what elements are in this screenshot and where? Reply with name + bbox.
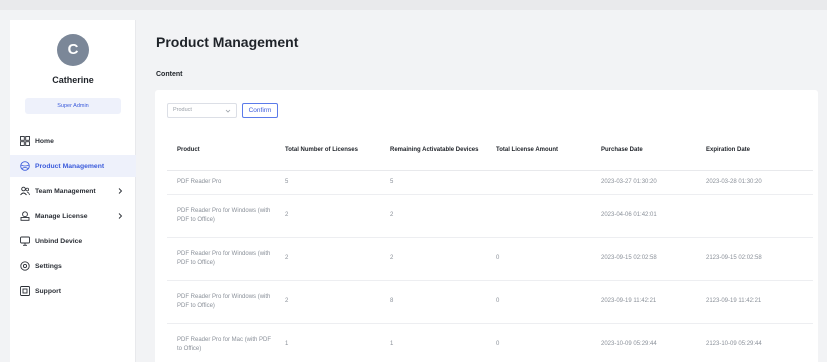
chevron-down-icon bbox=[225, 109, 231, 113]
cell-purchase-date: 2023-09-15 02:02:58 bbox=[591, 237, 696, 281]
cell-purchase-date: 2023-04-06 01:42:01 bbox=[591, 194, 696, 238]
column-header-remaining-devices[interactable]: Remaining Activatable Devices bbox=[380, 130, 486, 171]
cell-total-licenses: 2 bbox=[275, 280, 380, 324]
cell-total-licenses: 2 bbox=[275, 194, 380, 238]
team-icon bbox=[20, 186, 30, 196]
column-header-expiration-date[interactable]: Expiration Date bbox=[696, 130, 813, 171]
sidebar-item-unbind-device[interactable]: Unbind Device bbox=[10, 230, 136, 252]
cell-expiration-date: 2023-03-28 01:30:20 bbox=[696, 170, 813, 195]
key-icon bbox=[20, 211, 30, 221]
cell-purchase-date: 2023-09-19 11:42:21 bbox=[591, 280, 696, 324]
product-select-placeholder: Product bbox=[173, 107, 192, 113]
cell-product: PDF Reader Pro for Windows (with PDF to … bbox=[167, 280, 275, 324]
app-window: C Catherine Super Admin Home Product Man… bbox=[0, 0, 827, 362]
cell-total-licenses: 1 bbox=[275, 323, 380, 362]
sidebar-item-label: Manage License bbox=[35, 212, 88, 220]
gear-icon bbox=[20, 261, 30, 271]
sidebar-item-manage-license[interactable]: Manage License bbox=[10, 205, 136, 227]
avatar[interactable]: C bbox=[57, 34, 89, 66]
sidebar-item-support[interactable]: Support bbox=[10, 280, 136, 302]
cell-purchase-date: 2023-03-27 01:30:20 bbox=[591, 170, 696, 195]
cell-total-license-amount: 0 bbox=[486, 323, 591, 362]
cell-total-license-amount: 0 bbox=[486, 237, 591, 281]
sidebar-item-settings[interactable]: Settings bbox=[10, 255, 136, 277]
role-badge: Super Admin bbox=[25, 98, 121, 114]
column-header-total-licenses[interactable]: Total Number of Licenses bbox=[275, 130, 380, 171]
sidebar-item-label: Unbind Device bbox=[35, 237, 83, 245]
table-row[interactable]: PDF Reader Pro for Windows (with PDF to … bbox=[167, 280, 813, 324]
column-header-purchase-date[interactable]: Purchase Date bbox=[591, 130, 696, 171]
globe-icon bbox=[20, 161, 30, 171]
sidebar-nav: Home Product Management Team Management bbox=[10, 130, 136, 305]
main-content: Product Management Content Product Confi… bbox=[136, 20, 827, 362]
sidebar-item-home[interactable]: Home bbox=[10, 130, 136, 152]
page-title: Product Management bbox=[156, 34, 299, 50]
cell-remaining-devices: 5 bbox=[380, 170, 486, 195]
cell-product: PDF Reader Pro for Windows (with PDF to … bbox=[167, 194, 275, 238]
cell-expiration-date: 2123-09-15 02:02:58 bbox=[696, 237, 813, 281]
cell-remaining-devices: 2 bbox=[380, 194, 486, 238]
monitor-icon bbox=[20, 236, 30, 246]
sidebar: C Catherine Super Admin Home Product Man… bbox=[10, 20, 136, 362]
cell-total-licenses: 5 bbox=[275, 170, 380, 195]
cell-purchase-date: 2023-10-09 05:29:44 bbox=[591, 323, 696, 362]
cell-remaining-devices: 8 bbox=[380, 280, 486, 324]
support-icon bbox=[20, 286, 30, 296]
product-select[interactable]: Product bbox=[167, 103, 237, 118]
sidebar-item-team-management[interactable]: Team Management bbox=[10, 180, 136, 202]
cell-product: PDF Reader Pro bbox=[167, 170, 275, 195]
sidebar-item-product-management[interactable]: Product Management bbox=[10, 155, 136, 177]
table-row[interactable]: PDF Reader Pro 5 5 2023-03-27 01:30:20 2… bbox=[167, 170, 813, 195]
sidebar-item-label: Team Management bbox=[35, 187, 96, 195]
cell-total-license-amount: 0 bbox=[486, 280, 591, 324]
cell-remaining-devices: 2 bbox=[380, 237, 486, 281]
sidebar-item-label: Support bbox=[35, 287, 62, 295]
table-header-row: Product Total Number of Licenses Remaini… bbox=[167, 130, 813, 171]
table-row[interactable]: PDF Reader Pro for Mac (with PDF to Offi… bbox=[167, 323, 813, 362]
user-name: Catherine bbox=[52, 75, 94, 85]
sidebar-item-label: Settings bbox=[35, 262, 62, 270]
table-row[interactable]: PDF Reader Pro for Windows (with PDF to … bbox=[167, 194, 813, 238]
cell-total-license-amount bbox=[486, 170, 591, 195]
table-row[interactable]: PDF Reader Pro for Windows (with PDF to … bbox=[167, 237, 813, 281]
sidebar-item-label: Home bbox=[35, 137, 54, 145]
sidebar-item-label: Product Management bbox=[35, 162, 105, 170]
cell-expiration-date bbox=[696, 194, 813, 238]
cell-total-licenses: 2 bbox=[275, 237, 380, 281]
chevron-right-icon bbox=[118, 188, 123, 194]
cell-remaining-devices: 1 bbox=[380, 323, 486, 362]
cell-product: PDF Reader Pro for Windows (with PDF to … bbox=[167, 237, 275, 281]
column-header-product[interactable]: Product bbox=[167, 130, 275, 171]
cell-expiration-date: 2123-10-09 05:29:44 bbox=[696, 323, 813, 362]
confirm-button[interactable]: Confirm bbox=[242, 103, 278, 118]
cell-total-license-amount bbox=[486, 194, 591, 238]
license-table: Product Total Number of Licenses Remaini… bbox=[167, 130, 813, 362]
grid-icon bbox=[20, 136, 30, 146]
cell-product: PDF Reader Pro for Mac (with PDF to Offi… bbox=[167, 323, 275, 362]
column-header-total-license-amount[interactable]: Total License Amount bbox=[486, 130, 591, 171]
cell-expiration-date: 2123-09-19 11:42:21 bbox=[696, 280, 813, 324]
section-label: Content bbox=[156, 71, 183, 78]
chevron-right-icon bbox=[118, 213, 123, 219]
content-card: Product Confirm Product Total Number of … bbox=[155, 90, 818, 362]
